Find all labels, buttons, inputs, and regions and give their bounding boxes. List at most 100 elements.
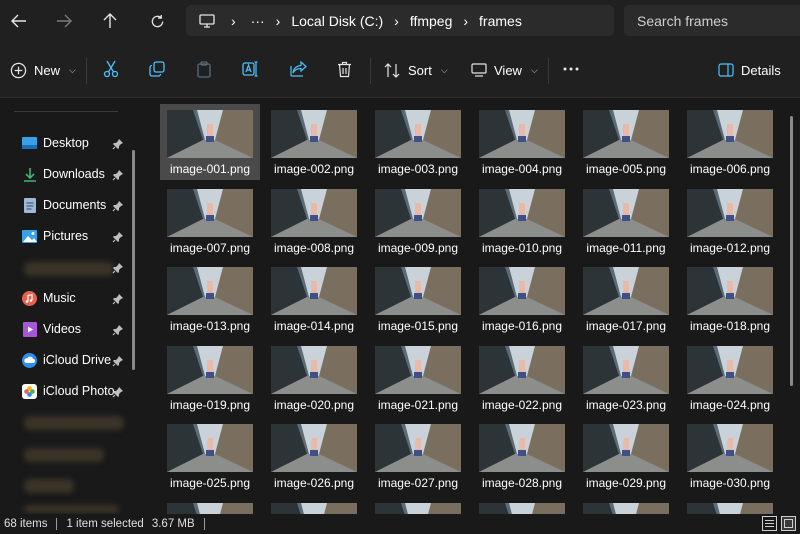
- file-tile[interactable]: image-011.png: [576, 183, 676, 259]
- image-thumbnail: [375, 502, 461, 514]
- file-name: image-013.png: [169, 319, 251, 333]
- file-tile[interactable]: image-029.png: [576, 418, 676, 494]
- more-options-button[interactable]: [556, 54, 586, 84]
- cut-button[interactable]: [96, 54, 126, 84]
- forward-button[interactable]: [48, 6, 80, 36]
- sort-button[interactable]: Sort ⌵: [384, 54, 448, 86]
- file-tile[interactable]: image-006.png: [680, 104, 780, 180]
- file-tile-partial[interactable]: [472, 497, 572, 514]
- image-thumbnail: [583, 424, 669, 472]
- address-bar[interactable]: › ··· › Local Disk (C:) › ffmpeg › frame…: [186, 5, 614, 36]
- rename-button[interactable]: [236, 54, 266, 84]
- breadcrumb-ffmpeg[interactable]: ffmpeg: [410, 13, 453, 29]
- sidebar-item-label: Videos: [43, 322, 81, 336]
- file-tile[interactable]: image-002.png: [264, 104, 364, 180]
- file-tile[interactable]: image-018.png: [680, 261, 780, 337]
- rename-icon: [242, 61, 258, 77]
- pin-icon: [112, 201, 123, 212]
- file-name: image-021.png: [377, 397, 459, 412]
- copy-icon: [149, 61, 165, 77]
- file-tile[interactable]: image-028.png: [472, 418, 572, 494]
- sidebar-item-label: Pictures: [43, 229, 89, 243]
- breadcrumb-local-disk[interactable]: Local Disk (C:): [291, 13, 383, 29]
- image-thumbnail: [479, 502, 565, 514]
- file-tile-partial[interactable]: [368, 497, 468, 514]
- file-tile[interactable]: image-001.png: [160, 104, 260, 180]
- image-thumbnail: [271, 110, 357, 158]
- search-placeholder: Search frames: [637, 12, 729, 29]
- content-scrollbar[interactable]: [790, 116, 793, 386]
- file-tile[interactable]: image-025.png: [160, 418, 260, 494]
- share-button[interactable]: [283, 54, 313, 84]
- image-thumbnail: [167, 110, 253, 158]
- sidebar-divider: [14, 111, 118, 112]
- up-button[interactable]: [94, 6, 126, 36]
- file-tile[interactable]: image-013.png: [160, 261, 260, 337]
- file-name: image-016.png: [481, 319, 563, 333]
- file-tile[interactable]: image-007.png: [160, 183, 260, 259]
- file-tile[interactable]: image-027.png: [368, 418, 468, 494]
- details-view-button[interactable]: [762, 516, 777, 531]
- sort-icon: [384, 62, 400, 78]
- file-tile[interactable]: image-023.png: [576, 340, 676, 416]
- arrow-right-icon: [57, 14, 72, 28]
- sidebar-scrollbar[interactable]: [132, 150, 135, 370]
- copy-button[interactable]: [142, 54, 172, 84]
- new-button[interactable]: New ⌵: [10, 54, 76, 86]
- file-tile[interactable]: image-008.png: [264, 183, 364, 259]
- file-tile[interactable]: image-024.png: [680, 340, 780, 416]
- arrow-left-icon: [11, 14, 26, 28]
- file-tile-partial[interactable]: [264, 497, 364, 514]
- file-tile[interactable]: image-022.png: [472, 340, 572, 416]
- file-name: image-030.png: [689, 476, 771, 490]
- file-tile[interactable]: image-015.png: [368, 261, 468, 337]
- paste-button[interactable]: [189, 54, 219, 84]
- computer-icon: [199, 13, 215, 28]
- share-icon: [289, 61, 307, 77]
- file-tile-partial[interactable]: [680, 497, 780, 514]
- sidebar-item-label: iCloud Drive: [43, 353, 112, 367]
- file-tile-partial[interactable]: [576, 497, 676, 514]
- status-bar: 68 items 1 item selected 3.67 MB: [0, 514, 800, 534]
- file-tile[interactable]: image-030.png: [680, 418, 780, 494]
- view-button[interactable]: View ⌵: [471, 54, 538, 86]
- icloud-icon: [22, 352, 37, 368]
- file-tile[interactable]: image-019.png: [160, 340, 260, 416]
- image-thumbnail: [687, 110, 773, 158]
- file-name: image-022.png: [481, 397, 563, 412]
- image-thumbnail: [167, 345, 253, 394]
- breadcrumb-frames[interactable]: frames: [479, 13, 522, 29]
- file-tile-partial[interactable]: [160, 497, 260, 514]
- file-tile[interactable]: image-021.png: [368, 340, 468, 416]
- navigation-bar: › ··· › Local Disk (C:) › ffmpeg › frame…: [0, 0, 800, 42]
- pin-icon: [112, 294, 123, 305]
- file-name: image-025.png: [169, 476, 251, 490]
- blurred-sidebar-item: [24, 416, 124, 430]
- selection-count: 1 item selected: [66, 518, 144, 530]
- breadcrumb-overflow[interactable]: ···: [251, 13, 265, 29]
- file-tile[interactable]: image-005.png: [576, 104, 676, 180]
- back-button[interactable]: [3, 6, 35, 36]
- file-name: image-017.png: [585, 319, 667, 333]
- image-thumbnail: [583, 502, 669, 514]
- file-tile[interactable]: image-014.png: [264, 261, 364, 337]
- file-tile[interactable]: image-026.png: [264, 418, 364, 494]
- delete-button[interactable]: [329, 54, 359, 84]
- file-tile[interactable]: image-016.png: [472, 261, 572, 337]
- file-tile[interactable]: image-009.png: [368, 183, 468, 259]
- large-icons-view-button[interactable]: [781, 516, 796, 531]
- file-tile[interactable]: image-012.png: [680, 183, 780, 259]
- chevron-right-icon: ›: [463, 12, 469, 29]
- file-name: image-019.png: [169, 397, 251, 412]
- file-name: image-006.png: [689, 162, 771, 176]
- file-name: image-026.png: [273, 476, 355, 490]
- file-tile[interactable]: image-017.png: [576, 261, 676, 337]
- file-tile[interactable]: image-010.png: [472, 183, 572, 259]
- details-button[interactable]: Details: [718, 54, 781, 86]
- file-tile[interactable]: image-003.png: [368, 104, 468, 180]
- file-tile[interactable]: image-004.png: [472, 104, 572, 180]
- pin-icon: [112, 232, 123, 243]
- file-tile[interactable]: image-020.png: [264, 340, 364, 416]
- refresh-button[interactable]: [141, 6, 173, 36]
- search-input[interactable]: Search frames: [624, 5, 800, 36]
